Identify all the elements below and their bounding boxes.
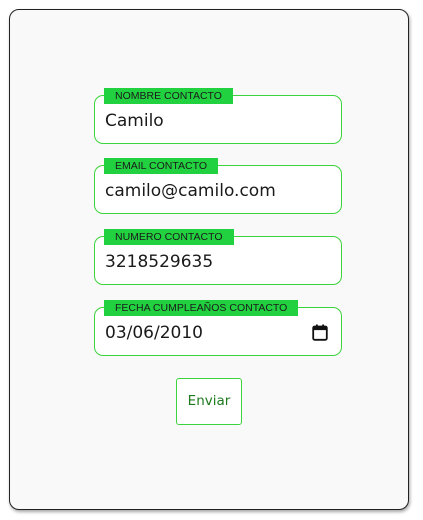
fecha-cumpleanos-input[interactable]: 03/06/2010 <box>105 322 203 344</box>
email-contacto-label: EMAIL CONTACTO <box>104 158 218 174</box>
numero-contacto-label: NUMERO CONTACTO <box>104 229 234 245</box>
nombre-contacto-input[interactable]: Camilo <box>105 110 164 132</box>
nombre-contacto-field[interactable]: NOMBRE CONTACTO Camilo <box>94 88 342 144</box>
form-card: NOMBRE CONTACTO Camilo EMAIL CONTACTO ca… <box>9 9 409 510</box>
numero-contacto-field[interactable]: NUMERO CONTACTO 3218529635 <box>94 229 342 285</box>
fecha-cumpleanos-field[interactable]: FECHA CUMPLEAÑOS CONTACTO 03/06/2010 <box>94 300 342 356</box>
calendar-icon[interactable] <box>312 324 328 341</box>
fecha-cumpleanos-label: FECHA CUMPLEAÑOS CONTACTO <box>104 300 299 316</box>
email-contacto-field[interactable]: EMAIL CONTACTO camilo@camilo.com <box>94 158 342 214</box>
nombre-contacto-label: NOMBRE CONTACTO <box>104 88 233 104</box>
enviar-button[interactable]: Enviar <box>176 378 242 425</box>
numero-contacto-input[interactable]: 3218529635 <box>105 251 213 273</box>
email-contacto-input[interactable]: camilo@camilo.com <box>105 180 276 202</box>
